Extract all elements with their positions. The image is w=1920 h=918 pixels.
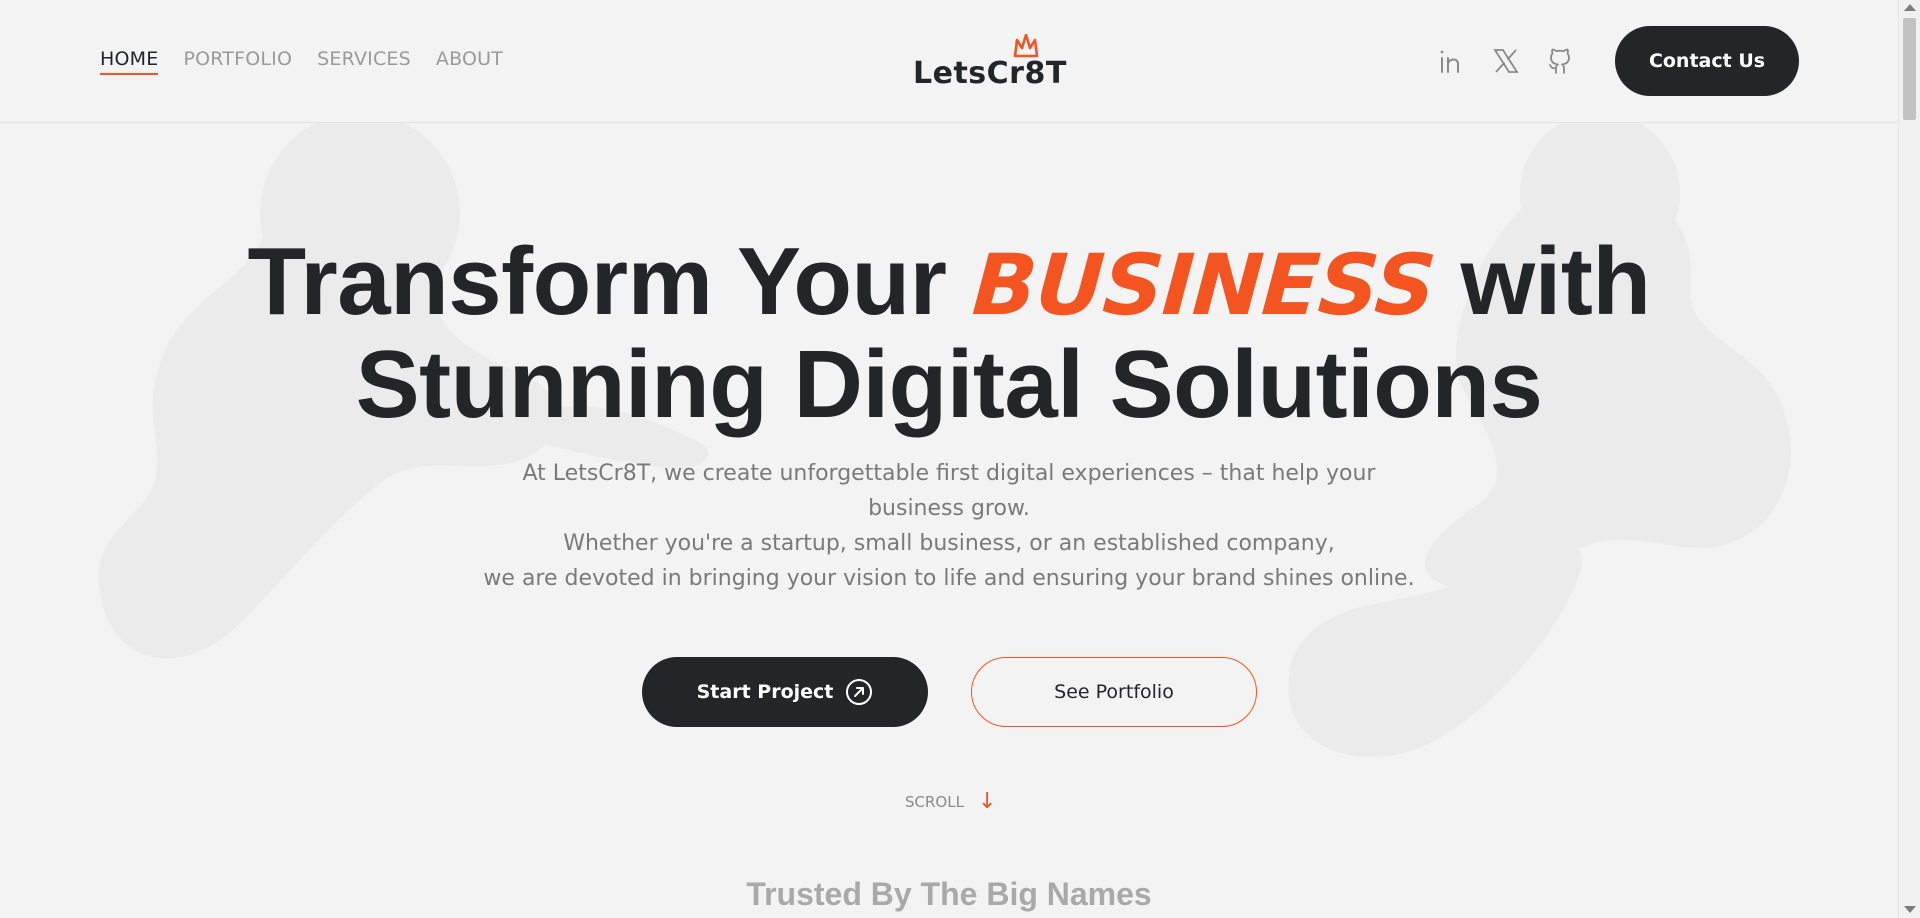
- hero-description: At LetsCr8T, we create unforgettable fir…: [0, 456, 1898, 596]
- scrollbar-thumb[interactable]: [1903, 18, 1916, 120]
- logo-text: LetsCr8T: [913, 56, 1067, 91]
- hero-desc-line: business grow.: [868, 496, 1030, 521]
- crown-icon: [1013, 34, 1039, 58]
- hero-desc-line: we are devoted in bringing your vision t…: [483, 566, 1415, 591]
- hero-desc-line: At LetsCr8T, we create unforgettable fir…: [522, 461, 1376, 486]
- nav-item-services[interactable]: SERVICES: [317, 48, 411, 75]
- hero-title-line2: Stunning Digital Solutions: [355, 331, 1543, 438]
- start-project-label: Start Project: [696, 681, 834, 703]
- scroll-indicator[interactable]: SCROLL ↓: [905, 789, 996, 814]
- nav-item-portfolio[interactable]: PORTFOLIO: [183, 48, 292, 75]
- x-twitter-icon[interactable]: [1491, 46, 1521, 76]
- arrow-down-icon: ↓: [977, 789, 997, 814]
- scroll-label: SCROLL: [905, 792, 964, 811]
- hero-title-part2: with: [1460, 228, 1651, 335]
- trusted-heading: Trusted By The Big Names: [746, 876, 1152, 912]
- nav-item-home[interactable]: HOME: [100, 48, 159, 75]
- hero-title: Transform Your BUSINESS with Stunning Di…: [0, 232, 1898, 435]
- nav-item-about[interactable]: ABOUT: [436, 48, 503, 75]
- page: HOME PORTFOLIO SERVICES ABOUT LetsCr8T C…: [0, 0, 1920, 918]
- main-nav: HOME PORTFOLIO SERVICES ABOUT: [100, 48, 503, 75]
- contact-us-button[interactable]: Contact Us: [1615, 26, 1799, 96]
- scroll-up-arrow-icon[interactable]: [1904, 4, 1916, 11]
- scroll-down-arrow-icon[interactable]: [1904, 906, 1916, 913]
- github-icon[interactable]: [1545, 46, 1575, 76]
- page-scrollbar[interactable]: [1898, 0, 1920, 918]
- hero-title-accent: BUSINESS: [969, 236, 1438, 334]
- hero-title-part1: Transform Your: [247, 228, 947, 335]
- linkedin-icon[interactable]: [1437, 46, 1467, 76]
- site-header: HOME PORTFOLIO SERVICES ABOUT LetsCr8T C…: [0, 0, 1898, 123]
- see-portfolio-button[interactable]: See Portfolio: [971, 657, 1257, 727]
- arrow-up-right-circle-icon: [846, 679, 873, 705]
- site-logo[interactable]: LetsCr8T: [910, 32, 1066, 92]
- start-project-button[interactable]: Start Project: [642, 657, 928, 727]
- social-links: [1437, 46, 1575, 76]
- hero-desc-line: Whether you're a startup, small business…: [563, 531, 1335, 556]
